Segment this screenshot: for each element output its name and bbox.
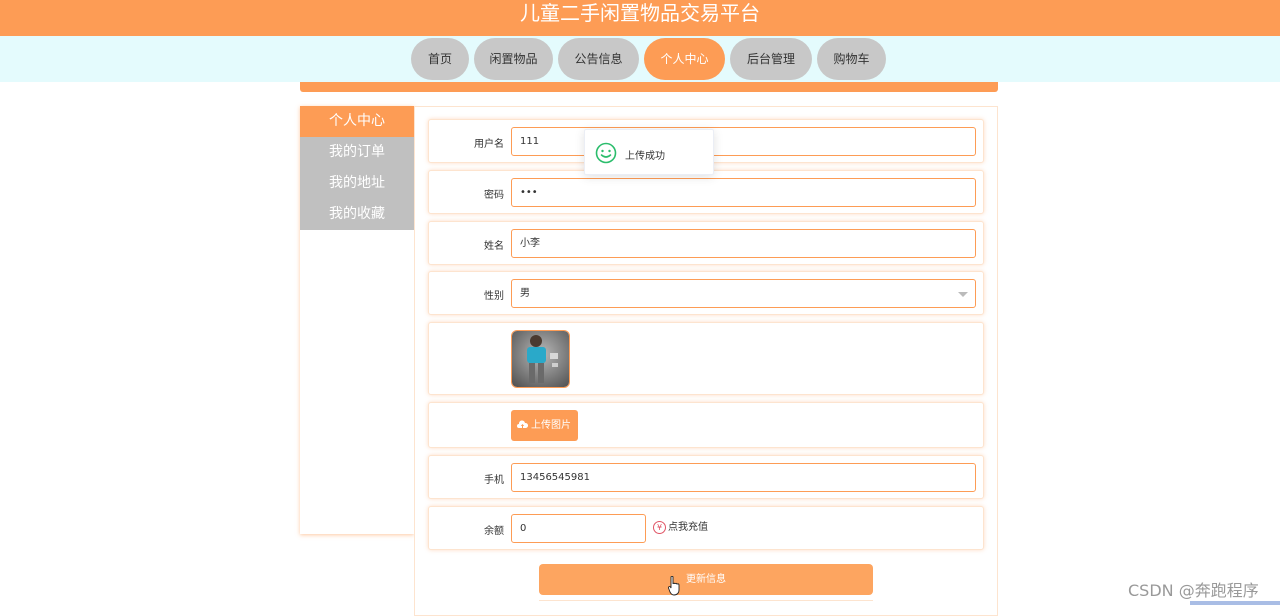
avatar-image — [511, 330, 570, 388]
watermark: CSDN @奔跑程序 — [1128, 581, 1259, 600]
nav-personal-center[interactable]: 个人中心 — [644, 38, 725, 80]
balance-input[interactable]: 0 — [511, 514, 646, 543]
gender-select[interactable]: 男 — [511, 279, 976, 308]
nav-bar: 首页 闲置物品 公告信息 个人中心 后台管理 购物车 — [0, 36, 1280, 82]
form-row-phone: 手机 13456545981 — [428, 455, 984, 499]
sidebar-item-personal-center[interactable]: 个人中心 — [300, 106, 414, 137]
divider — [539, 600, 873, 605]
chevron-down-icon — [958, 292, 968, 297]
gender-value: 男 — [520, 288, 530, 299]
balance-label: 余额 — [484, 526, 504, 537]
username-label: 用户名 — [474, 139, 504, 150]
nav-idle-items[interactable]: 闲置物品 — [474, 38, 553, 80]
form-row-password: 密码 ••• — [428, 170, 984, 214]
sidebar-item-favorites[interactable]: 我的收藏 — [300, 199, 414, 230]
nav-home[interactable]: 首页 — [411, 38, 469, 80]
sidebar-item-orders[interactable]: 我的订单 — [300, 137, 414, 168]
phone-label: 手机 — [484, 475, 504, 486]
phone-input[interactable]: 13456545981 — [511, 463, 976, 492]
banner-strip — [300, 82, 998, 92]
nav-announcements[interactable]: 公告信息 — [558, 38, 639, 80]
name-label: 姓名 — [484, 241, 504, 252]
hand-cursor-icon — [668, 576, 680, 596]
form-row-gender: 性别 男 — [428, 271, 984, 315]
site-title: 儿童二手闲置物品交易平台 — [520, 1, 760, 25]
corner-decoration — [1190, 601, 1280, 605]
username-input[interactable]: 111 — [511, 127, 976, 156]
form-row-name: 姓名 小李 — [428, 221, 984, 265]
recharge-link[interactable]: ¥ 点我充值 — [653, 518, 708, 534]
name-input[interactable]: 小李 — [511, 229, 976, 258]
cloud-upload-icon — [517, 420, 528, 429]
sidebar-item-addresses[interactable]: 我的地址 — [300, 168, 414, 199]
yen-icon: ¥ — [653, 520, 666, 534]
form-row-avatar — [428, 322, 984, 395]
nav-cart[interactable]: 购物车 — [817, 38, 886, 80]
smile-icon — [595, 142, 617, 164]
gender-label: 性别 — [484, 291, 504, 302]
form-row-upload: 上传图片 — [428, 402, 984, 448]
password-input[interactable]: ••• — [511, 178, 976, 207]
sidebar: 个人中心 我的订单 我的地址 我的收藏 — [300, 106, 414, 534]
toast-message: 上传成功 — [625, 151, 665, 162]
update-info-button[interactable]: 更新信息 — [539, 564, 873, 595]
upload-success-toast: 上传成功 — [584, 129, 714, 175]
header-bar: 儿童二手闲置物品交易平台 — [0, 0, 1280, 36]
recharge-label: 点我充值 — [668, 522, 708, 533]
password-label: 密码 — [484, 190, 504, 201]
nav-admin[interactable]: 后台管理 — [730, 38, 812, 80]
form-row-balance: 余额 0 ¥ 点我充值 — [428, 506, 984, 550]
upload-image-button[interactable]: 上传图片 — [511, 410, 578, 441]
upload-image-label: 上传图片 — [531, 420, 571, 431]
